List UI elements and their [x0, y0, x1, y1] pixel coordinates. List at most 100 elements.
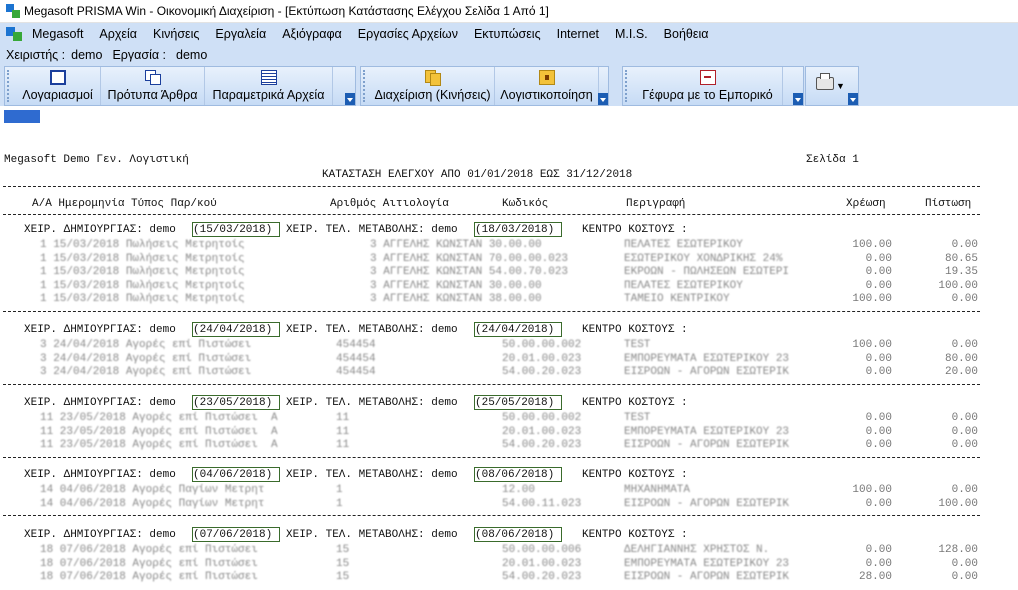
bridge-icon: [699, 70, 716, 85]
toolbar-grip[interactable]: [625, 70, 631, 102]
row-description: ΕΚΡΟΩΝ - ΠΩΛΗΣΕΩΝ ΕΣΩΤΕΡΙ: [624, 266, 790, 278]
group-create-date: (15/03/2018): [193, 224, 273, 236]
menu-help[interactable]: Βοήθεια: [656, 27, 717, 41]
menu-internet[interactable]: Internet: [549, 27, 607, 41]
app-logo-icon: [6, 4, 20, 18]
menu-tools[interactable]: Εργαλεία: [207, 27, 274, 41]
row-code: 20.01.00.023: [502, 352, 582, 365]
param-files-label: Παραμετρικά Αρχεία: [212, 88, 325, 102]
row-debit: 0.00: [865, 352, 892, 365]
accounts-button[interactable]: Λογαριασμοί: [15, 67, 101, 105]
row-description: ΕΙΣΡΟΩΝ - ΑΓΟΡΩΝ ΕΣΩΤΕΡΙΚ: [624, 366, 790, 378]
group-create-date: (07/06/2018): [193, 529, 273, 541]
toolbar-overflow-chevron-icon[interactable]: [598, 93, 608, 105]
menu-mis[interactable]: M.I.S.: [607, 27, 656, 41]
user-info-bar: Χειριστής : demo Εργασία : demo: [0, 45, 1018, 64]
row-description: ΔΕΛΗΓΙΑΝΝΗΣ ΧΡΗΣΤΟΣ Ν.: [624, 544, 770, 556]
row-description: TEST: [624, 339, 651, 351]
row-credit: 0.00: [951, 571, 978, 583]
row-credit: 0.00: [951, 339, 978, 351]
row-code: 20.01.00.023: [502, 557, 582, 570]
work-label: Εργασία :: [112, 47, 167, 62]
row-credit: 0.00: [951, 557, 978, 570]
row-description: ΕΣΩΤΕΡΙΚΟΥ ΧΟΝΔΡΙΚΗΣ 24%: [624, 252, 783, 265]
row-code: 50.00.00.006: [502, 544, 582, 556]
menu-file-tasks[interactable]: Εργασίες Αρχείων: [350, 27, 466, 41]
row-description: ΕΙΣΡΟΩΝ - ΑΓΟΡΩΝ ΕΣΩΤΕΡΙΚ: [624, 439, 790, 451]
menu-files[interactable]: Αρχεία: [91, 27, 145, 41]
toolbar-overflow-chevron-icon[interactable]: [848, 93, 858, 105]
col-header-description: Περιγραφή: [626, 198, 686, 210]
menu-bar: Megasoft Αρχεία Κινήσεις Εργαλεία Αξιόγρ…: [0, 23, 1018, 45]
row-reason-code: 3 ΑΓΓΕΛΗΣ ΚΩΝΣΤΑΝ 70.00.00.023: [370, 252, 569, 265]
row-code: 50.00.00.002: [502, 339, 582, 351]
col-header-debit: Χρέωση: [846, 198, 886, 210]
param-files-button[interactable]: Παραμετρικά Αρχεία: [205, 67, 333, 105]
row-code: 20.01.00.023: [502, 425, 582, 438]
group-modify-date: (25/05/2018): [475, 397, 555, 409]
divider: [3, 456, 980, 458]
row-reason-code: 3 ΑΓΓΕΛΗΣ ΚΩΝΣΤΑΝ 30.00.00: [370, 239, 542, 251]
manage-movements-button[interactable]: Διαχείριση (Κινήσεις): [371, 67, 495, 105]
row-reason-code: 3 ΑΓΓΕΛΗΣ ΚΩΝΣΤΑΝ 30.00.00: [370, 279, 542, 292]
row-entry: 18 07/06/2018 Αγορές επί Πιστώσει: [40, 557, 258, 570]
group-create-date: (04/06/2018): [193, 469, 273, 481]
group-create-label: ΧΕΙΡ. ΔΗΜΙΟΥΡΓΙΑΣ: demo: [24, 397, 176, 409]
accounting-label: Λογιστικοποίηση: [500, 88, 593, 102]
dropdown-arrow-icon[interactable]: ▼: [836, 81, 845, 91]
accounts-label: Λογαριασμοί: [22, 88, 93, 102]
row-debit: 0.00: [865, 544, 892, 556]
row-debit: 0.00: [865, 412, 892, 424]
row-description: ΕΙΣΡΟΩΝ - ΑΓΟΡΩΝ ΕΣΩΤΕΡΙΚ: [624, 571, 790, 583]
row-description: ΕΜΠΟΡΕΥΜΑΤΑ ΕΣΩΤΕΡΙΚΟΥ 23: [624, 352, 790, 365]
row-entry: 14 04/06/2018 Αγορές Παγίων Μετρητ: [40, 497, 265, 510]
title-bar: Megasoft PRISMA Win - Οικονομική Διαχείρ…: [0, 0, 1018, 23]
row-credit: 0.00: [951, 239, 978, 251]
ledger-icon: [260, 70, 277, 85]
row-reason: 15: [336, 557, 350, 570]
row-entry: 11 23/05/2018 Αγορές επί Πιστώσει Α: [40, 425, 278, 438]
row-entry: 1 15/03/2018 Πωλήσεις Μετρητοίς: [40, 252, 245, 265]
toolbar-overflow-chevron-icon[interactable]: [345, 93, 355, 105]
user-value: demo: [71, 47, 103, 62]
toolbar: Λογαριασμοί Πρότυπα Άρθρα Παραμετρικά Αρ…: [0, 64, 1018, 106]
app-menu-icon[interactable]: [6, 27, 24, 41]
toolbar-grip[interactable]: [7, 70, 13, 102]
group-modify-label: ΧΕΙΡ. ΤΕΛ. ΜΕΤΑΒΟΛΗΣ: demo: [286, 397, 458, 409]
menu-securities[interactable]: Αξιόγραφα: [274, 27, 350, 41]
menu-movements[interactable]: Κινήσεις: [145, 27, 207, 41]
row-entry: 14 04/06/2018 Αγορές Παγίων Μετρητ: [40, 484, 265, 496]
row-reason-code: 3 ΑΓΓΕΛΗΣ ΚΩΝΣΤΑΝ 38.00.00: [370, 293, 542, 305]
group-modify-label: ΧΕΙΡ. ΤΕΛ. ΜΕΤΑΒΟΛΗΣ: demo: [286, 469, 458, 481]
row-debit: 0.00: [865, 425, 892, 438]
menu-megasoft[interactable]: Megasoft: [24, 27, 91, 41]
accounting-button[interactable]: Λογιστικοποίηση: [495, 67, 599, 105]
group-cost-center: ΚΕΝΤΡΟ ΚΟΣΤΟΥΣ :: [582, 324, 688, 336]
toolbar-overflow-chevron-icon[interactable]: [793, 93, 803, 105]
row-code: 54.00.20.023: [502, 366, 582, 378]
progress-indicator: [4, 110, 40, 123]
row-description: ΜΗΧΑΝΗΜΑΤΑ: [624, 484, 691, 496]
toolbar-grip[interactable]: [363, 70, 369, 102]
divider: [3, 310, 980, 312]
row-reason: 454454: [336, 366, 376, 378]
row-description: ΤΑΜΕΙΟ ΚΕΝΤΡΙΚΟΥ: [624, 293, 730, 305]
manage-label: Διαχείριση (Κινήσεις): [374, 88, 491, 102]
row-description: TEST: [624, 412, 651, 424]
templates-button[interactable]: Πρότυπα Άρθρα: [101, 67, 205, 105]
row-debit: 100.00: [852, 484, 892, 496]
bridge-button[interactable]: Γέφυρα με το Εμπορικό: [633, 67, 783, 105]
group-modify-date: (08/06/2018): [475, 469, 555, 481]
print-button[interactable]: ▼: [805, 66, 859, 106]
row-entry: 3 24/04/2018 Αγορές επί Πιστώσει: [40, 339, 252, 351]
report-title: ΚΑΤΑΣΤΑΣΗ ΕΛΕΓΧΟΥ ΑΠΟ 01/01/2018 ΕΩΣ 31/…: [322, 169, 633, 181]
row-reason: 454454: [336, 339, 376, 351]
row-entry: 11 23/05/2018 Αγορές επί Πιστώσει Α: [40, 439, 278, 451]
row-reason: 454454: [336, 352, 376, 365]
row-entry: 1 15/03/2018 Πωλήσεις Μετρητοίς: [40, 239, 245, 251]
menu-prints[interactable]: Εκτυπώσεις: [466, 27, 549, 41]
printer-icon: [816, 73, 834, 90]
row-reason: 1: [336, 497, 343, 510]
row-code: 54.00.11.023: [502, 497, 582, 510]
templates-label: Πρότυπα Άρθρα: [107, 88, 198, 102]
